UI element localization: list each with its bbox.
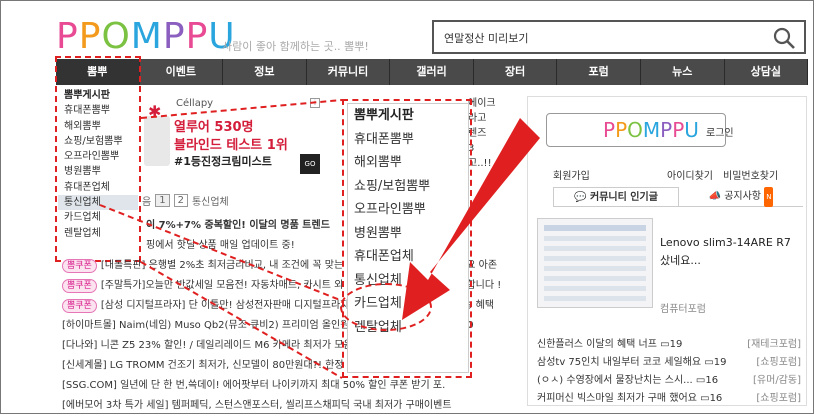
login-button[interactable]: 로그인 (706, 124, 734, 139)
list-item-text: [에버모어 3차 특가 세일] 템퍼페딕, 스턴스앤포스터, 씰리프스채피딕 국… (62, 400, 452, 411)
pager-prefix: 음 (142, 197, 152, 208)
post-title: 신한플러스 이달의 혜택 너프 (537, 339, 657, 350)
search-box[interactable]: 연말정산 미리보기 (432, 20, 806, 54)
search-input[interactable]: 연말정산 미리보기 (444, 30, 528, 46)
ad-line1: 열루어 530명 (174, 120, 254, 135)
find-password-link[interactable]: 비밀번호찾기 (723, 167, 803, 182)
logo-letter: O (101, 15, 131, 57)
banner-ad[interactable]: ✱ Céllapy 열루어 530명 블라인드 테스트 1위 #1등진정크림미스… (142, 96, 322, 180)
logo-letter: U (684, 118, 699, 142)
site-slogan: 사람이 좋아 함께하는 곳.. 뽐뿌! (222, 40, 369, 53)
tab-notice[interactable]: 📣 공지사항 N (679, 187, 803, 207)
site-logo[interactable]: P P O M P P U (56, 15, 236, 57)
comment-icon: ▭ (704, 357, 714, 368)
search-icon[interactable] (772, 26, 796, 50)
logo-letter: P (162, 15, 186, 57)
nav-item-forum[interactable]: 포럼 (557, 59, 641, 85)
list-item[interactable]: 커피머신 빅스마일 최저가 구매 했어요 ▭16 [쇼핑포럼] (537, 390, 801, 408)
logo-letter: P (603, 118, 616, 142)
ad-info-icon[interactable]: i (310, 98, 320, 108)
comment-icon: ▭ (700, 393, 710, 404)
annotation-box-zoom (342, 99, 472, 378)
new-badge: N (764, 187, 774, 207)
post-title: 삼성tv 75인치 내일부터 코코 세일해요 (537, 357, 702, 368)
popular-list: 신한플러스 이달의 혜택 너프 ▭19 [재테크포럼] 삼성tv 75인치 내일부… (537, 336, 801, 408)
comment-icon: ▭ (660, 339, 670, 350)
comment-count: 19 (713, 357, 727, 368)
logo-letter: P (56, 15, 79, 57)
post-title: (ㅇㅅ) 수영장에서 물장난치는 스시... (537, 375, 693, 386)
comment-count: 19 (669, 339, 683, 350)
coupon-badge: 뽐쿠폰 (62, 299, 97, 313)
popular-post-title[interactable]: Lenovo slim3-14ARE R7 샀네요... (660, 234, 800, 270)
post-category: [재테크포럼] (747, 339, 801, 350)
partial-text: 렌즈 (468, 128, 487, 139)
logo-letter: P (185, 15, 209, 57)
nav-item-event[interactable]: 이벤트 (140, 59, 224, 85)
panel-tabs: 💬 커뮤니티 인기글 📣 공지사항 N (553, 187, 803, 207)
post-category: [쇼핑포럼] (756, 393, 801, 404)
coupon-badge: 뽐쿠폰 (62, 259, 97, 273)
popular-post-source: 컴퓨터포럼 (660, 304, 706, 315)
comment-icon: ▭ (695, 375, 706, 386)
ad-line3: #1등진정크림미스트 (174, 155, 272, 168)
login-box[interactable]: PPOMPPU (546, 113, 726, 147)
logo-letter: P (672, 118, 685, 142)
nav-item-market[interactable]: 장터 (474, 59, 558, 85)
ad-brand: Céllapy (176, 98, 214, 109)
list-item[interactable]: [SSG.COM] 일년에 단 한 번,쓱데이! 에어팟부터 나이키까지 최대 … (62, 376, 522, 396)
pager-tab[interactable]: 통신업체 (192, 193, 229, 208)
popular-thumbnail[interactable] (537, 218, 653, 308)
coupon-badge: 뽐쿠폰 (62, 279, 97, 293)
list-item[interactable]: 삼성tv 75인치 내일부터 코코 세일해요 ▭19 [쇼핑포럼] (537, 354, 801, 372)
ad-line2: 블라인드 테스트 1위 (174, 138, 288, 153)
logo-letter: P (78, 15, 102, 57)
partial-text-column: 에이크 라고 렌즈 3 고..!! (468, 96, 496, 171)
product-image (144, 116, 170, 166)
list-item[interactable]: [에버모어 3차 특가 세일] 템퍼페딕, 스턴스앤포스터, 씰리프스채피딕 국… (62, 396, 522, 416)
account-links: 회원가입 아이디찾기 비밀번호찾기 (553, 167, 803, 182)
post-category: [쇼핑포럼] (756, 357, 801, 368)
nav-item-info[interactable]: 정보 (223, 59, 307, 85)
logo-letter: M (642, 118, 661, 142)
list-item[interactable]: (ㅇㅅ) 수영장에서 물장난치는 스시... ▭16 [유머/감동] (537, 372, 801, 390)
post-category: [유머/감동] (753, 375, 801, 386)
annotation-circle (340, 283, 432, 331)
page-button[interactable]: 1 (155, 194, 170, 207)
logo-letter: M (130, 15, 163, 57)
list-item-text: [SSG.COM] 일년에 단 한 번,쓱데이! 에어팟부터 나이키까지 최대 … (62, 380, 446, 391)
partial-text: 3 (468, 143, 475, 154)
list-item[interactable]: 신한플러스 이달의 혜택 너프 ▭19 [재테크포럼] (537, 336, 801, 354)
nav-item-community[interactable]: 커뮤니티 (307, 59, 391, 85)
chat-icon: 💬 (574, 192, 587, 203)
tab-popular[interactable]: 💬 커뮤니티 인기글 (553, 187, 679, 206)
megaphone-icon: 📣 (708, 191, 721, 202)
partial-text: 라고 (468, 113, 487, 124)
signup-link[interactable]: 회원가입 (553, 167, 633, 182)
board-pager: 음 1 2 통신업체 (142, 193, 229, 208)
post-title: 커피머신 빅스마일 최저가 구매 했어요 (537, 393, 697, 404)
tab-label: 공지사항 (724, 191, 761, 202)
tab-label: 커뮤니티 인기글 (590, 192, 658, 203)
list-item-text: 이 7%+7% 중복할인! 이달의 명품 트렌드 (146, 220, 330, 231)
nav-item-news[interactable]: 뉴스 (641, 59, 725, 85)
nav-item-consult[interactable]: 상담실 (725, 59, 809, 85)
page-button[interactable]: 2 (173, 194, 188, 207)
logo-letter: P (615, 118, 628, 142)
panel-logo: PPOMPPU (603, 118, 699, 142)
comment-count: 16 (705, 375, 719, 386)
comment-count: 16 (709, 393, 723, 404)
partial-text: 고..!! (468, 158, 492, 169)
find-id-link[interactable]: 아이디찾기 (633, 167, 723, 182)
partial-text: 에이크 (468, 98, 496, 109)
logo-letter: P (660, 118, 673, 142)
main-nav: 뽐뿌 이벤트 정보 커뮤니티 갤러리 장터 포럼 뉴스 상담실 (56, 59, 809, 85)
logo-letter: O (627, 118, 643, 142)
ad-go-button[interactable]: GO (300, 154, 320, 174)
list-item-text: 핑에서 핫딜 상품 매일 업데이트 중! (146, 240, 295, 251)
nav-item-gallery[interactable]: 갤러리 (390, 59, 474, 85)
